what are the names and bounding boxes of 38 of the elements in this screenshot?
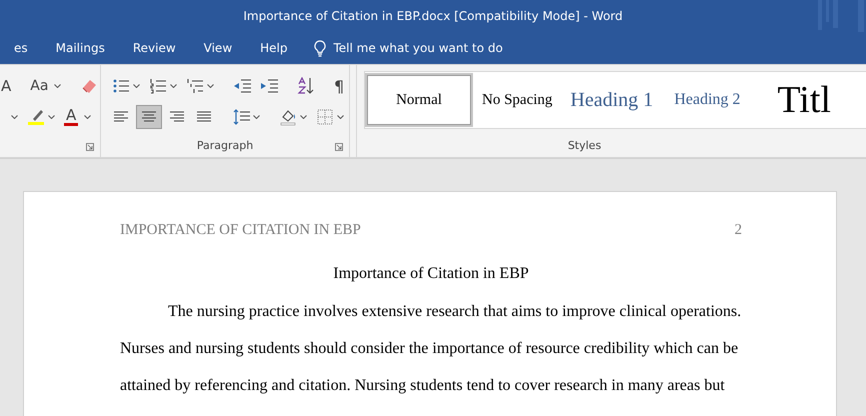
group-label: Styles xyxy=(566,138,602,154)
body-paragraph: The nursing practice involves extensive research that aims to improve clinical operations. Nurses and nursing students should consider the importance of resource credibility which can be attained by referencing and citation. Nursing students tend to cover research in many areas but xyxy=(120,302,742,396)
line-spacing-icon xyxy=(232,108,250,126)
ribbon-tab[interactable]: es xyxy=(0,41,42,55)
dialog-launcher-icon[interactable] xyxy=(86,143,94,151)
ribbon-tab[interactable]: Mailings xyxy=(42,41,119,55)
shading-icon xyxy=(279,108,297,126)
style-option[interactable]: Titl xyxy=(749,73,840,127)
ribbon-tab[interactable]: Review xyxy=(118,41,190,55)
page-number: 2 xyxy=(734,222,742,239)
style-option[interactable]: Normal xyxy=(365,73,473,127)
group-label: Paragraph xyxy=(196,138,254,154)
eraser-icon xyxy=(80,77,98,95)
ribbon-tab[interactable]: Help xyxy=(246,41,302,55)
dialog-launcher-icon[interactable] xyxy=(335,143,343,151)
running-head: IMPORTANCE OF CITATION IN EBP xyxy=(120,222,361,239)
multilevel-list-icon xyxy=(186,77,204,95)
borders-icon xyxy=(316,108,334,126)
bullet-list-icon xyxy=(112,77,130,95)
style-option[interactable]: Heading 1 xyxy=(561,73,662,127)
caret-icon xyxy=(11,115,18,119)
decrease-indent-icon xyxy=(233,77,251,95)
style-option[interactable]: No Spacing xyxy=(473,73,562,127)
show-marks-button[interactable]: ¶ xyxy=(331,74,348,98)
lightbulb-icon xyxy=(314,40,326,56)
numbered-list-icon xyxy=(149,77,167,95)
style-option[interactable]: Heading 2 xyxy=(662,73,750,127)
grow-font-button[interactable]: A xyxy=(0,74,14,98)
increase-indent-icon xyxy=(260,77,278,95)
document-title: Importance of Citation in EBP xyxy=(332,265,530,283)
align-center-button[interactable] xyxy=(136,105,162,129)
window-title: Importance of Citation in EBP.docx [Compatibility Mode] - Word xyxy=(243,9,623,23)
ribbon-tab[interactable]: View xyxy=(190,41,246,55)
sort-icon xyxy=(297,77,315,95)
change-case-button[interactable]: Aa xyxy=(27,74,64,98)
font-color-button[interactable]: A xyxy=(61,105,94,129)
highlighter-icon xyxy=(27,108,45,126)
tell-me-field[interactable]: Tell me what you want to do xyxy=(334,41,503,55)
